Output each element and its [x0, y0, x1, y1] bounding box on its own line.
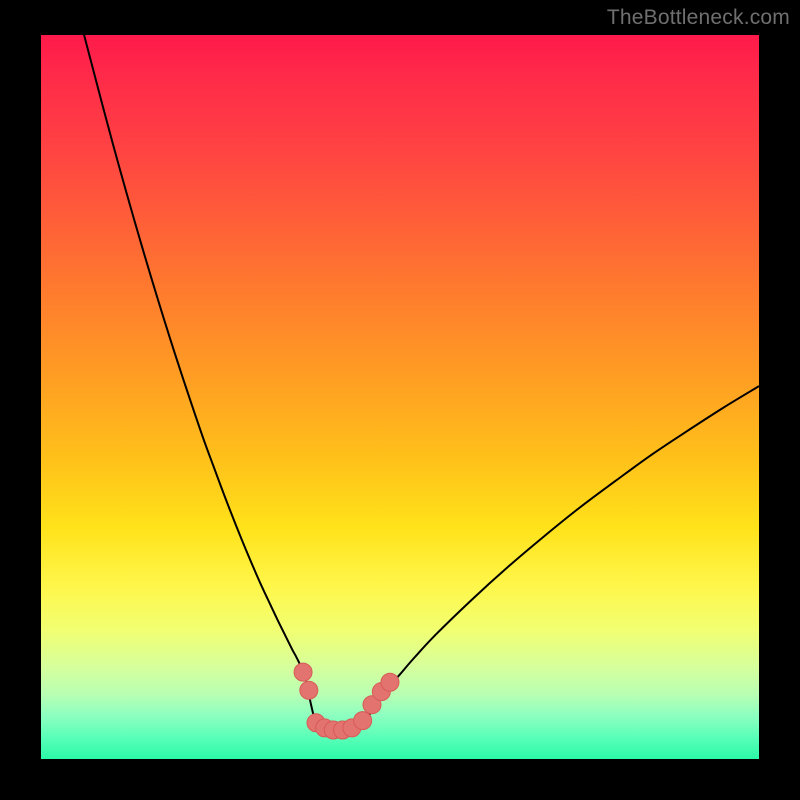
curve-right	[358, 386, 759, 728]
marker-dot	[381, 673, 399, 691]
curve-layer	[41, 35, 759, 759]
watermark-text: TheBottleneck.com	[607, 6, 790, 30]
chart-frame: TheBottleneck.com	[0, 0, 800, 800]
curve-left	[84, 35, 317, 728]
marker-dot	[354, 712, 372, 730]
plot-area	[41, 35, 759, 759]
marker-dot	[294, 663, 312, 681]
marker-dot	[300, 681, 318, 699]
